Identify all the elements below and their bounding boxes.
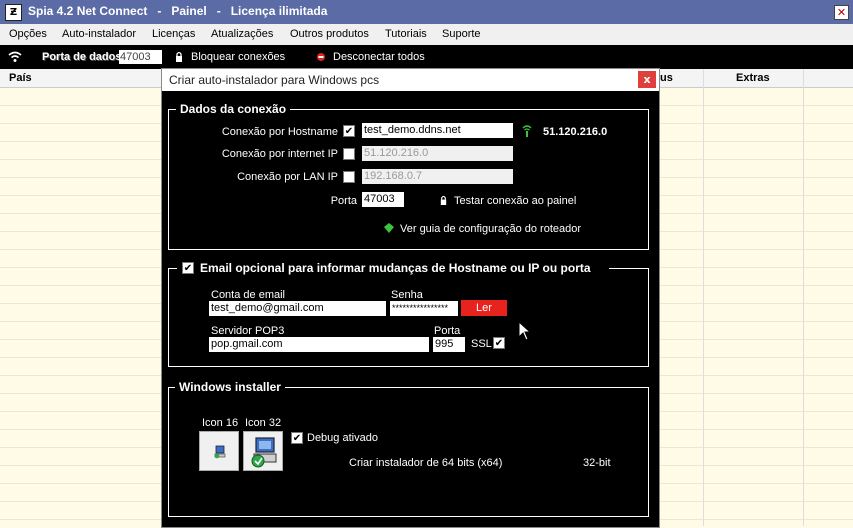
pop3-input[interactable]: pop.gmail.com — [209, 337, 429, 352]
grid-divider — [703, 69, 704, 526]
toolbar: Porta de dados: 47003 Bloquear conexões … — [0, 45, 853, 69]
installer-legend: Windows installer — [175, 380, 285, 394]
window-title: Spia 4.2 Net Connect - Painel - Licença … — [28, 4, 328, 18]
grid-divider — [803, 69, 804, 526]
read-password-button[interactable]: Ler — [461, 300, 507, 316]
dialog-titlebar: Criar auto-instalador para Windows pcs x — [162, 69, 659, 91]
ssl-label: SSL — [471, 338, 492, 350]
email-group — [168, 268, 649, 367]
internet-ip-checkbox[interactable] — [343, 148, 355, 160]
pop3-port-label: Porta — [434, 325, 461, 337]
installer-large-icon — [251, 437, 277, 468]
test-connection-button[interactable]: Testar conexão ao painel — [454, 195, 576, 207]
window-close-button[interactable]: ✕ — [834, 5, 849, 20]
menu-outros-produtos[interactable]: Outros produtos — [290, 28, 369, 40]
menu-licencas[interactable]: Licenças — [152, 28, 195, 40]
mouse-cursor-icon — [518, 321, 532, 341]
email-password-input[interactable]: **************** — [390, 301, 458, 316]
ssl-checkbox[interactable]: ✔ — [493, 337, 505, 349]
column-pais[interactable]: País — [9, 72, 32, 84]
build-32bit-option[interactable]: 32-bit — [583, 457, 611, 469]
lan-ip-checkbox[interactable] — [343, 171, 355, 183]
data-port-label: Porta de dados: — [42, 51, 126, 63]
debug-checkbox[interactable]: ✔ — [291, 432, 303, 444]
email-password-label: Senha — [391, 289, 423, 301]
menu-auto-instalador[interactable]: Auto-instalador — [62, 28, 136, 40]
lan-ip-input[interactable]: 192.168.0.7 — [362, 169, 513, 184]
build-64bit-option[interactable]: Criar instalador de 64 bits (x64) — [349, 457, 502, 469]
dialog-title: Criar auto-instalador para Windows pcs — [169, 73, 380, 87]
disconnect-all-button[interactable]: Desconectar todos — [333, 51, 425, 63]
lan-ip-label: Conexão por LAN IP — [237, 171, 338, 183]
menu-suporte[interactable]: Suporte — [442, 28, 481, 40]
column-status[interactable]: us — [660, 72, 673, 84]
block-connections-button[interactable]: Bloquear conexões — [191, 51, 285, 63]
installer-group — [168, 387, 649, 517]
installer-small-icon — [214, 445, 226, 459]
column-extras[interactable]: Extras — [736, 72, 770, 84]
email-legend-wrap: ✔ Email opcional para informar mudanças … — [177, 261, 609, 276]
internet-ip-label: Conexão por internet IP — [221, 148, 338, 160]
disconnect-icon — [317, 53, 325, 61]
router-guide-icon — [384, 223, 394, 233]
hostname-input[interactable]: test_demo.ddns.net — [362, 123, 513, 138]
pop3-port-input[interactable]: 995 — [433, 337, 465, 352]
hostname-label: Conexão por Hostname — [221, 126, 338, 138]
test-connection-icon — [440, 195, 447, 205]
pop3-label: Servidor POP3 — [211, 325, 285, 337]
menu-tutoriais[interactable]: Tutoriais — [385, 28, 427, 40]
auto-installer-dialog: Criar auto-instalador para Windows pcs x… — [161, 68, 660, 528]
menu-bar: Opções Auto-instalador Licenças Atualiza… — [0, 24, 853, 46]
icon32-picker[interactable] — [243, 431, 283, 471]
debug-label: Debug ativado — [307, 432, 378, 444]
router-guide-link[interactable]: Ver guia de configuração do roteador — [400, 223, 581, 235]
window-titlebar: Ƶ Spia 4.2 Net Connect - Painel - Licenç… — [0, 0, 853, 24]
connection-legend: Dados da conexão — [176, 102, 291, 116]
dialog-close-button[interactable]: x — [638, 71, 656, 88]
email-legend: Email opcional para informar mudanças de… — [200, 261, 591, 275]
connection-ok-icon — [522, 125, 532, 137]
lock-icon — [176, 51, 182, 62]
port-label: Porta — [330, 195, 357, 207]
data-port-input[interactable]: 47003 — [119, 50, 162, 64]
menu-atualizacoes[interactable]: Atualizações — [211, 28, 273, 40]
wifi-icon — [8, 51, 22, 62]
email-account-label: Conta de email — [211, 289, 285, 301]
internet-ip-input[interactable]: 51.120.216.0 — [362, 146, 513, 161]
email-enable-checkbox[interactable]: ✔ — [182, 262, 194, 274]
icon16-picker[interactable] — [199, 431, 239, 471]
menu-opcoes[interactable]: Opções — [9, 28, 47, 40]
resolved-ip: 51.120.216.0 — [543, 126, 608, 138]
icon16-label: Icon 16 — [202, 417, 239, 429]
icon32-label: Icon 32 — [245, 417, 282, 429]
email-account-input[interactable]: test_demo@gmail.com — [209, 301, 386, 316]
spia-logo-icon: Ƶ — [5, 4, 22, 21]
port-input[interactable]: 47003 — [362, 192, 404, 207]
hostname-checkbox[interactable]: ✔ — [343, 125, 355, 137]
